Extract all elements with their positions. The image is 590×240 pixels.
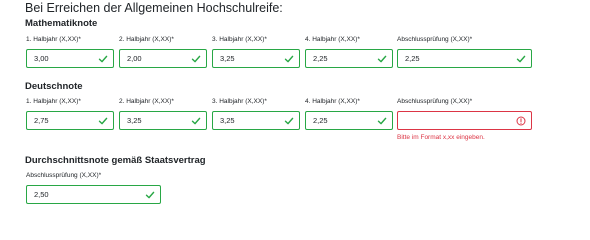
- field-label: 1. Halbjahr (X,XX)*: [26, 36, 81, 43]
- field-label: 1. Halbjahr (X,XX)*: [26, 98, 81, 105]
- field-label: 2. Halbjahr (X,XX)*: [119, 98, 174, 105]
- field-label: Abschlussprüfung (X,XX)*: [26, 172, 102, 179]
- german-field-1: 1. Halbjahr (X,XX)* 2,75: [26, 97, 114, 130]
- average-field-exam: Abschlussprüfung (X,XX)* 2,50: [26, 171, 161, 204]
- math-field-1: 1. Halbjahr (X,XX)* 3,00: [26, 35, 114, 68]
- input-value: 3,25: [220, 54, 235, 63]
- field-label: 2. Halbjahr (X,XX)*: [119, 36, 174, 43]
- section-title-average: Durchschnittsnote gemäß Staatsvertrag: [25, 155, 206, 166]
- check-icon: [516, 55, 526, 63]
- math-abschlusspruefung-input[interactable]: 2,25: [397, 49, 532, 68]
- field-label: Abschlussprüfung (X,XX)*: [397, 36, 473, 43]
- validation-error-message: Bitte im Format x,xx eingeben.: [397, 134, 485, 141]
- field-label: 3. Halbjahr (X,XX)*: [212, 98, 267, 105]
- check-icon: [377, 55, 387, 63]
- math-halbjahr-4-input[interactable]: 2,25: [305, 49, 393, 68]
- math-field-2: 2. Halbjahr (X,XX)* 2,00: [119, 35, 207, 68]
- check-icon: [284, 117, 294, 125]
- section-title-math: Mathematiknote: [25, 18, 98, 29]
- check-icon: [377, 117, 387, 125]
- german-field-exam: Abschlussprüfung (X,XX)* Bitte im Format…: [397, 97, 532, 141]
- german-field-2: 2. Halbjahr (X,XX)* 3,25: [119, 97, 207, 130]
- page-heading: Bei Erreichen der Allgemeinen Hochschulr…: [25, 1, 283, 15]
- check-icon: [191, 117, 201, 125]
- average-abschlusspruefung-input[interactable]: 2,50: [26, 185, 161, 204]
- input-value: 2,00: [127, 54, 142, 63]
- input-value: 2,75: [34, 116, 49, 125]
- math-field-4: 4. Halbjahr (X,XX)* 2,25: [305, 35, 393, 68]
- german-halbjahr-4-input[interactable]: 2,25: [305, 111, 393, 130]
- german-field-3: 3. Halbjahr (X,XX)* 3,25: [212, 97, 300, 130]
- check-icon: [98, 55, 108, 63]
- error-icon: [516, 116, 526, 126]
- input-value: 2,25: [313, 54, 328, 63]
- check-icon: [145, 191, 155, 199]
- field-label: 4. Halbjahr (X,XX)*: [305, 98, 360, 105]
- check-icon: [191, 55, 201, 63]
- field-label: 3. Halbjahr (X,XX)*: [212, 36, 267, 43]
- section-title-german: Deutschnote: [25, 81, 83, 92]
- german-halbjahr-2-input[interactable]: 3,25: [119, 111, 207, 130]
- math-halbjahr-1-input[interactable]: 3,00: [26, 49, 114, 68]
- input-value: 2,50: [34, 190, 49, 199]
- check-icon: [98, 117, 108, 125]
- math-halbjahr-2-input[interactable]: 2,00: [119, 49, 207, 68]
- math-field-exam: Abschlussprüfung (X,XX)* 2,25: [397, 35, 532, 68]
- math-halbjahr-3-input[interactable]: 3,25: [212, 49, 300, 68]
- input-value: 2,25: [405, 54, 420, 63]
- input-value: 3,25: [127, 116, 142, 125]
- input-value: 3,25: [220, 116, 235, 125]
- input-value: 3,00: [34, 54, 49, 63]
- check-icon: [284, 55, 294, 63]
- german-field-4: 4. Halbjahr (X,XX)* 2,25: [305, 97, 393, 130]
- input-value: 2,25: [313, 116, 328, 125]
- german-halbjahr-1-input[interactable]: 2,75: [26, 111, 114, 130]
- math-field-3: 3. Halbjahr (X,XX)* 3,25: [212, 35, 300, 68]
- german-halbjahr-3-input[interactable]: 3,25: [212, 111, 300, 130]
- field-label: 4. Halbjahr (X,XX)*: [305, 36, 360, 43]
- field-label: Abschlussprüfung (X,XX)*: [397, 98, 473, 105]
- german-abschlusspruefung-input[interactable]: [397, 111, 532, 130]
